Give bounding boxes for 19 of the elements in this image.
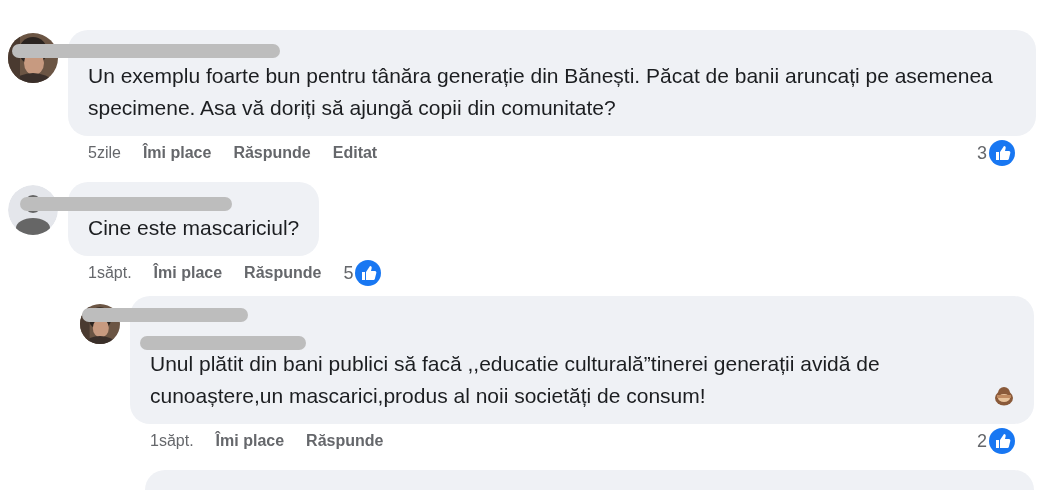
reaction-count: 3 xyxy=(977,142,987,164)
comment-text: Cine este mascariciul? xyxy=(88,215,300,241)
timestamp[interactable]: 1săpt. xyxy=(150,432,194,450)
timestamp[interactable]: 5zile xyxy=(88,144,121,162)
reply-link[interactable]: Răspunde xyxy=(233,144,311,162)
reaction-count: 5 xyxy=(343,262,354,284)
edited-label: Editat xyxy=(332,144,378,162)
reaction-count: 2 xyxy=(977,430,987,452)
timestamp[interactable]: 1săpt. xyxy=(88,264,132,282)
like-link[interactable]: Îmi place xyxy=(142,144,212,162)
like-icon xyxy=(988,139,1016,167)
like-icon xyxy=(354,259,383,287)
reply-link[interactable]: Răspunde xyxy=(306,432,384,450)
comment-text: Un exemplu foarte bun pentru tânăra generație din Bănești. Păcat de banii aruncați pe asemenea specimene. Asa vă doriți să ajungă copii din comunitate? xyxy=(88,63,994,121)
reply-link[interactable]: Răspunde xyxy=(244,264,322,282)
like-link[interactable]: Îmi place xyxy=(153,264,223,282)
like-icon xyxy=(988,427,1016,455)
comment-text: Unul plătit din bani publici să facă ,,educatie culturală”tinerei generații avidă de cunoaștere,un mascarici,produs al noii societăți de consum! xyxy=(150,351,881,409)
like-link[interactable]: Îmi place xyxy=(215,432,285,450)
